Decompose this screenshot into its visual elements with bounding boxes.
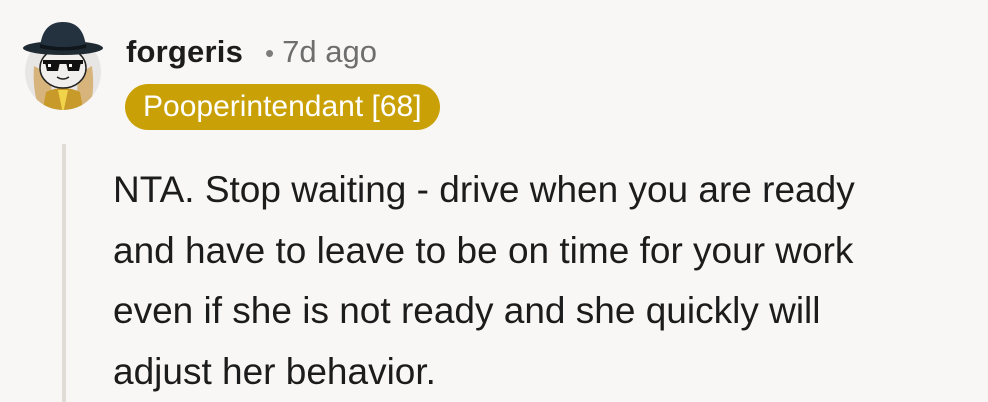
thread-line[interactable] xyxy=(62,144,66,402)
user-avatar-icon[interactable] xyxy=(20,18,106,114)
user-flair-badge: Pooperintendant [68] xyxy=(125,84,440,130)
comment-header: forgeris • 7d ago xyxy=(126,34,377,70)
comment-body-line: NTA. Stop waiting - drive when you are r… xyxy=(113,169,855,210)
meta-separator: • xyxy=(265,38,275,68)
comment-body-line: even if she is not ready and she quickly… xyxy=(113,290,821,331)
comment-body-line: and have to leave to be on time for your… xyxy=(113,229,854,271)
username-link[interactable]: forgeris xyxy=(126,34,243,70)
timestamp[interactable]: 7d ago xyxy=(282,34,377,70)
comment-body: NTA. Stop waiting - drive when you are r… xyxy=(113,160,973,402)
comment-body-line: adjust her behavior. xyxy=(113,350,436,392)
comment: forgeris • 7d ago Pooperintendant [68] N… xyxy=(0,0,988,402)
